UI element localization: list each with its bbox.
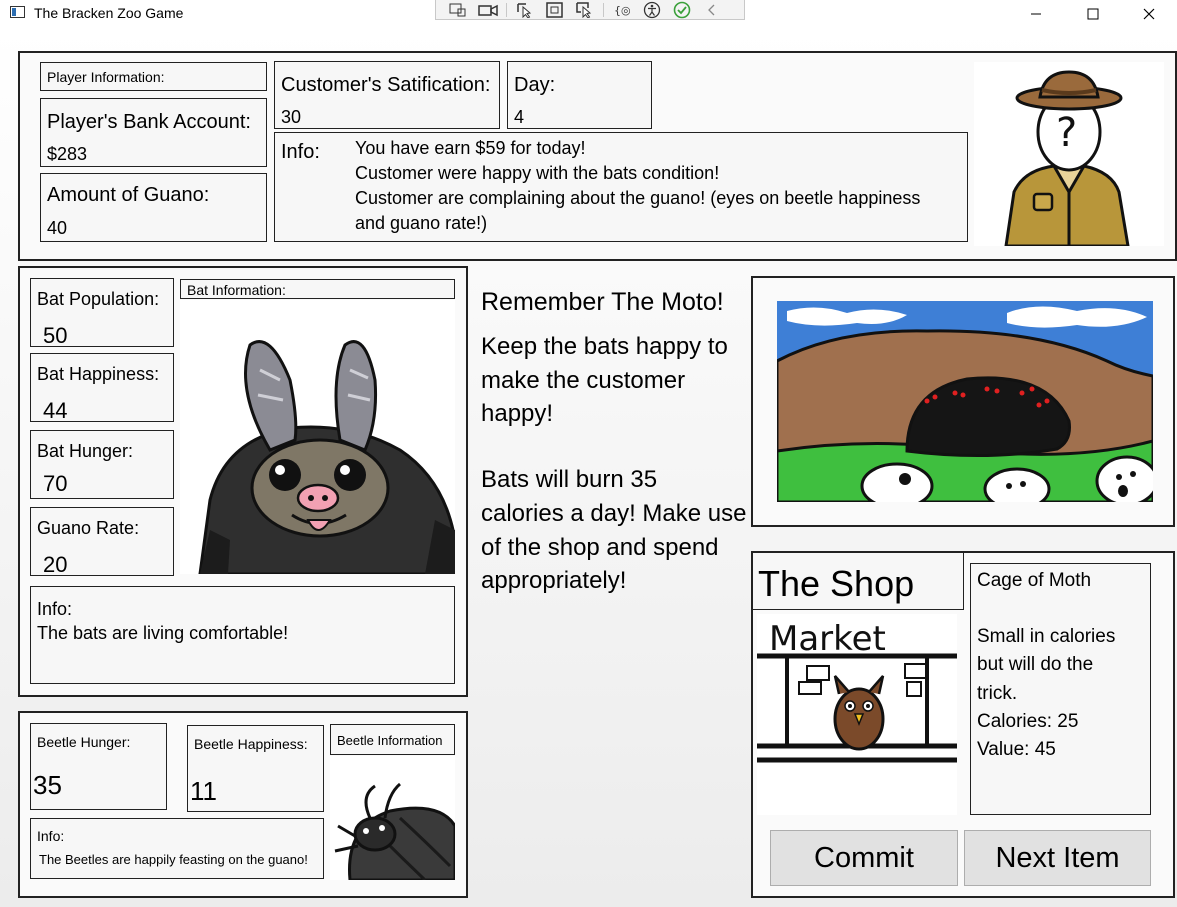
bat-happiness-box: Bat Happiness: 44 [30,353,174,423]
market-sign-text: Market [769,619,886,659]
bat-info-label: Info: [37,599,73,619]
bat-population-label: Bat Population: [37,289,160,309]
shop-item-calories: Calories: 25 [977,711,1079,732]
beetle-hunger-label: Beetle Hunger: [37,734,131,750]
bat-info-header-label: Bat Information: [187,282,286,298]
next-item-button[interactable]: Next Item [964,830,1151,886]
player-info-header-label: Player Information: [47,69,165,85]
motto-line: Keep the bats happy to [481,333,728,360]
day-value: 4 [514,107,525,127]
beetle-info-header: Beetle Information [330,724,455,755]
bank-account-value: $283 [47,144,88,164]
satisfaction-label: Customer's Satification: [281,74,491,96]
motto-line: Bats will burn 35 [481,466,658,493]
bat-hunger-value: 70 [43,471,68,496]
frame-icon[interactable] [543,1,567,19]
xaml-debug-toolbar: {◎} [435,0,745,20]
ranger-image: ? [974,62,1164,246]
bat-population-value: 50 [43,323,68,348]
select-element-icon[interactable] [446,1,470,19]
guano-amount-label: Amount of Guano: [47,184,210,206]
guano-rate-label: Guano Rate: [37,518,140,538]
beetle-info-box: Info: The Beetles are happily feasting o… [30,818,324,879]
toolbar-separator [506,2,507,17]
beetle-info-header-label: Beetle Information [337,733,443,748]
guano-rate-value: 20 [43,552,68,577]
bank-account-box: Player's Bank Account: $283 [40,98,267,167]
beetle-info-label: Info: [37,828,65,844]
player-info-box: Info: You have earn $59 for today! Custo… [274,132,968,242]
guano-rate-box: Guano Rate: 20 [30,507,174,577]
title-bar: The Bracken Zoo Game {◎} [0,0,1177,28]
motto-line: make the customer [481,367,686,394]
beetle-image [330,756,455,880]
minimize-button[interactable] [1007,0,1064,28]
shop-item-value: Value: 45 [977,739,1056,760]
svg-text:{◎}: {◎} [614,4,631,17]
player-info-line: You have earn $59 for today! [355,138,586,158]
bat-population-box: Bat Population: 50 [30,278,174,348]
beetle-happiness-value: 11 [190,776,217,806]
window-title: The Bracken Zoo Game [34,5,184,21]
shop-title-box: The Shop [752,552,964,610]
shop-item-desc: trick. [977,683,1018,704]
player-info-line: and guano rate!) [355,213,488,233]
bindings-icon[interactable]: {◎} [610,1,634,19]
toolbar-separator [603,2,604,17]
player-info-header: Player Information: [40,62,267,91]
shop-item-box: Cage of Moth Small in calories but will … [970,563,1151,815]
minimize-icon [1030,13,1041,15]
close-button[interactable] [1120,0,1177,28]
player-info-label: Info: [281,141,320,163]
maximize-icon [1087,8,1098,20]
svg-text:?: ? [1056,110,1077,156]
shop-item-desc: but will do the [977,654,1094,675]
motto-line: of the shop and spend [481,534,719,561]
motto-line: happy! [481,400,554,427]
day-box: Day: 4 [507,61,652,129]
player-info-line: Customer were happy with the bats condit… [355,163,720,183]
bank-account-label: Player's Bank Account: [47,111,251,133]
motto-line: appropriately! [481,567,627,594]
collapse-icon[interactable] [700,1,724,19]
bat-image [180,300,455,574]
cave-scene-image [777,301,1153,502]
guano-amount-box: Amount of Guano: 40 [40,173,267,242]
close-icon [1143,8,1154,20]
beetle-happiness-label: Beetle Happiness: [194,736,308,752]
maximize-button[interactable] [1064,0,1121,28]
satisfaction-value: 30 [281,107,302,127]
beetle-happiness-box: Beetle Happiness: 11 [187,725,324,812]
check-icon[interactable] [670,1,694,19]
day-label: Day: [514,74,556,96]
beetle-info-text: The Beetles are happily feasting on the … [39,852,308,867]
record-icon[interactable] [476,1,500,19]
guano-amount-value: 40 [47,218,68,238]
shop-item-name: Cage of Moth [977,570,1092,591]
commit-button[interactable]: Commit [770,830,958,886]
bat-happiness-value: 44 [43,398,68,423]
bat-info-box: Info: The bats are living comfortable! [30,586,455,684]
bat-info-text: The bats are living comfortable! [37,623,289,643]
bat-info-header: Bat Information: [180,279,455,299]
accessibility-icon[interactable] [640,1,664,19]
hover-icon[interactable] [573,1,597,19]
bat-hunger-label: Bat Hunger: [37,441,134,461]
bat-hunger-box: Bat Hunger: 70 [30,430,174,499]
bat-happiness-label: Bat Happiness: [37,364,160,384]
shop-item-desc: Small in calories [977,626,1116,647]
satisfaction-box: Customer's Satification: 30 [274,61,500,129]
market-image: Market [757,614,957,815]
player-info-line: Customer are complaining about the guano… [355,188,921,208]
motto-title: Remember The Moto! [481,288,724,316]
motto-line: calories a day! Make use [481,500,747,527]
shop-title: The Shop [758,563,915,604]
pointer-icon[interactable] [513,1,537,19]
beetle-hunger-box: Beetle Hunger: 35 [30,723,167,810]
beetle-hunger-value: 35 [33,770,62,800]
app-icon [10,6,25,18]
